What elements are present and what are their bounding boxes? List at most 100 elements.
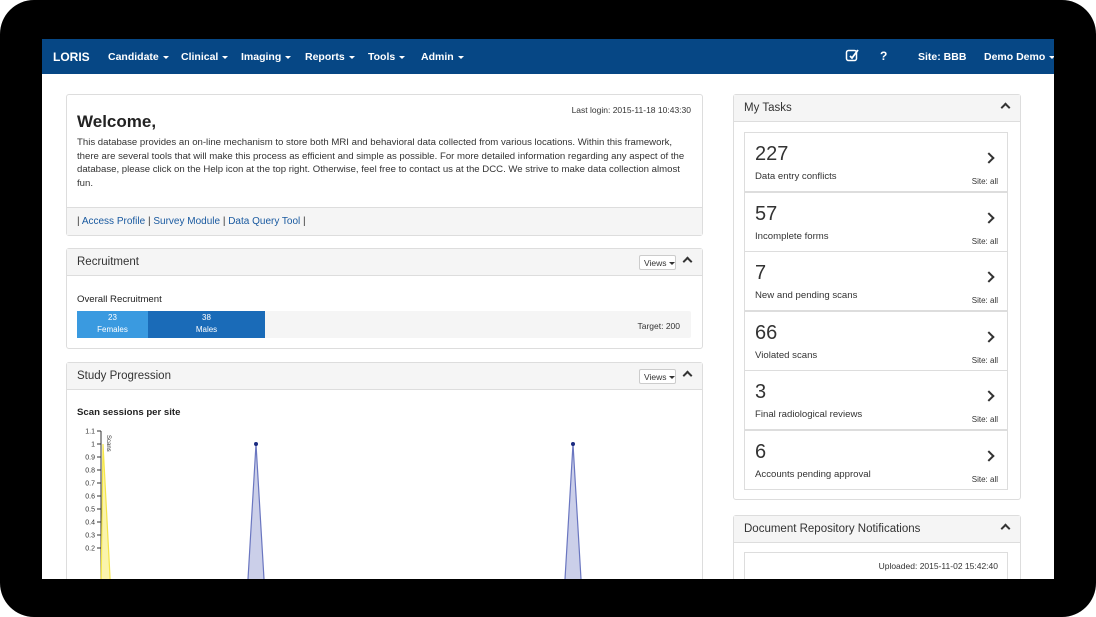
menu-admin[interactable]: Admin bbox=[421, 51, 464, 63]
survey-module-link[interactable]: Survey Module bbox=[153, 216, 220, 227]
series-yellow-area bbox=[100, 443, 111, 579]
task-item[interactable]: 66 Violated scans Site: all bbox=[744, 310, 1008, 371]
access-profile-link[interactable]: Access Profile bbox=[82, 216, 145, 227]
task-item[interactable]: 3 Final radiological reviews Site: all bbox=[744, 370, 1008, 430]
document-repository-heading: Document Repository Notifications bbox=[734, 516, 1020, 543]
my-tasks-title: My Tasks bbox=[744, 102, 792, 114]
task-item[interactable]: 6 Accounts pending approval Site: all bbox=[744, 429, 1008, 490]
collapse-icon[interactable] bbox=[1000, 523, 1011, 534]
study-progression-panel: Study Progression Views Scan sessions pe… bbox=[66, 362, 703, 579]
y-tick-label: 0.4 bbox=[85, 520, 95, 527]
study-progression-title: Study Progression bbox=[77, 370, 171, 382]
menu-candidate-label: Candidate bbox=[108, 51, 159, 63]
data-query-tool-link[interactable]: Data Query Tool bbox=[228, 216, 300, 227]
y-tick-label: 0.7 bbox=[85, 481, 95, 488]
y-tick-label: 0.3 bbox=[85, 533, 95, 540]
task-item[interactable]: 227 Data entry conflicts Site: all bbox=[744, 132, 1008, 192]
chevron-right-icon[interactable] bbox=[983, 449, 995, 462]
menu-imaging[interactable]: Imaging bbox=[241, 51, 292, 63]
y-tick-label: 0.6 bbox=[85, 494, 95, 501]
menu-reports[interactable]: Reports bbox=[305, 51, 355, 63]
welcome-links: | Access Profile | Survey Module | Data … bbox=[67, 207, 702, 235]
caret-down-icon bbox=[668, 376, 675, 380]
caret-down-icon bbox=[399, 55, 406, 59]
task-item[interactable]: 57 Incomplete forms Site: all bbox=[744, 191, 1008, 252]
chevron-right-icon[interactable] bbox=[983, 152, 995, 164]
data-point bbox=[571, 442, 575, 446]
females-count: 23 bbox=[108, 313, 117, 322]
recruitment-target: Target: 200 bbox=[637, 321, 680, 331]
task-label: Incomplete forms bbox=[755, 230, 829, 242]
menu-clinical-label: Clinical bbox=[181, 51, 219, 63]
document-notification[interactable]: Uploaded: 2015-11-02 15:42:40 bbox=[744, 552, 1008, 579]
recruitment-views-button[interactable]: Views bbox=[639, 255, 676, 270]
menu-tools[interactable]: Tools bbox=[368, 51, 406, 63]
brand-logo[interactable]: LORIS bbox=[53, 50, 90, 64]
chevron-right-icon[interactable] bbox=[983, 271, 995, 283]
caret-down-icon bbox=[457, 55, 464, 59]
welcome-title: Welcome, bbox=[77, 112, 157, 131]
caret-down-icon bbox=[285, 55, 292, 59]
study-views-button[interactable]: Views bbox=[639, 369, 676, 384]
females-label: Females bbox=[97, 325, 128, 334]
task-site: Site: all bbox=[971, 296, 998, 305]
chevron-right-icon[interactable] bbox=[983, 330, 995, 343]
edit-icon[interactable] bbox=[845, 48, 859, 65]
task-count: 3 bbox=[755, 381, 767, 403]
series-purple-peak bbox=[564, 443, 582, 579]
help-icon[interactable]: ? bbox=[880, 49, 887, 63]
task-label: Accounts pending approval bbox=[755, 468, 871, 480]
views-label: Views bbox=[644, 372, 667, 382]
menu-tools-label: Tools bbox=[368, 51, 396, 63]
y-tick-label: 0.9 bbox=[85, 455, 95, 462]
task-label: Final radiological reviews bbox=[755, 409, 863, 420]
task-count: 66 bbox=[755, 321, 778, 344]
study-progression-heading: Study Progression Views bbox=[67, 363, 702, 390]
top-navbar: LORIS Candidate Clinical Imaging Reports… bbox=[42, 39, 1054, 74]
data-point bbox=[254, 442, 258, 446]
task-count: 7 bbox=[755, 262, 767, 284]
caret-down-icon bbox=[348, 55, 355, 59]
menu-imaging-label: Imaging bbox=[241, 51, 282, 63]
user-name: Demo Demo bbox=[984, 51, 1046, 63]
males-count: 38 bbox=[202, 313, 211, 322]
caret-down-icon bbox=[1049, 55, 1054, 59]
collapse-icon[interactable] bbox=[1000, 102, 1011, 113]
chevron-right-icon[interactable] bbox=[983, 211, 995, 224]
welcome-description: This database provides an on-line mechan… bbox=[77, 137, 685, 189]
task-site: Site: all bbox=[971, 236, 998, 246]
collapse-icon[interactable] bbox=[682, 370, 693, 381]
males-segment: 38 Males bbox=[148, 311, 265, 338]
views-label: Views bbox=[644, 258, 667, 268]
last-login: Last login: 2015-11-18 10:43:30 bbox=[571, 105, 691, 115]
y-tick-label: 0.8 bbox=[85, 468, 95, 475]
document-uploaded: Uploaded: 2015-11-02 15:42:40 bbox=[878, 561, 998, 571]
welcome-panel: Last login: 2015-11-18 10:43:30 Welcome,… bbox=[66, 94, 703, 236]
task-site: Site: all bbox=[971, 355, 998, 365]
menu-clinical[interactable]: Clinical bbox=[181, 51, 229, 63]
my-tasks-heading: My Tasks bbox=[734, 95, 1020, 122]
caret-down-icon bbox=[668, 262, 675, 266]
recruitment-heading: Recruitment Views bbox=[67, 249, 702, 276]
task-item[interactable]: 7 New and pending scans Site: all bbox=[744, 251, 1008, 311]
task-count: 227 bbox=[755, 143, 789, 165]
task-site: Site: all bbox=[971, 177, 998, 186]
overall-recruitment-label: Overall Recruitment bbox=[77, 294, 162, 305]
chart-title: Scan sessions per site bbox=[77, 407, 181, 418]
task-count: 6 bbox=[755, 440, 767, 463]
user-menu[interactable]: Demo Demo bbox=[984, 51, 1054, 63]
recruitment-progress-bar: 23 Females 38 Males Target: 200 bbox=[77, 311, 691, 338]
site-indicator[interactable]: Site: BBB bbox=[918, 51, 966, 63]
document-repository-title: Document Repository Notifications bbox=[744, 523, 921, 535]
device-frame: LORIS Candidate Clinical Imaging Reports… bbox=[0, 0, 1096, 617]
y-tick-label: 1 bbox=[91, 442, 95, 449]
menu-reports-label: Reports bbox=[305, 51, 345, 63]
collapse-icon[interactable] bbox=[682, 256, 693, 267]
task-site: Site: all bbox=[971, 415, 998, 424]
caret-down-icon bbox=[222, 55, 229, 59]
menu-candidate[interactable]: Candidate bbox=[108, 51, 169, 63]
recruitment-title: Recruitment bbox=[77, 256, 139, 268]
chevron-right-icon[interactable] bbox=[983, 390, 995, 402]
males-label: Males bbox=[195, 325, 218, 334]
task-label: Data entry conflicts bbox=[755, 171, 837, 182]
